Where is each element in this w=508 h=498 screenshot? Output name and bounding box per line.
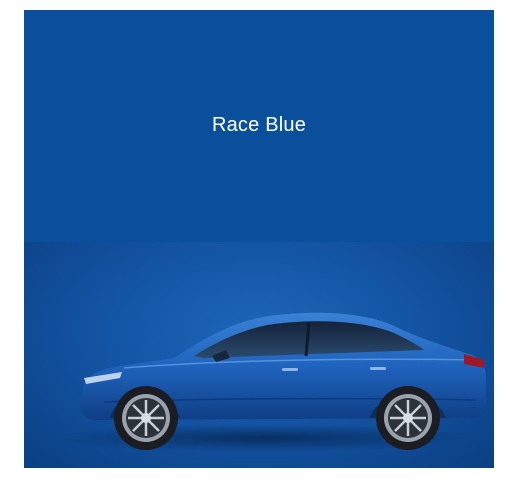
car-preview-image: [24, 242, 494, 468]
car-side-icon: [49, 312, 486, 452]
color-name-label: Race Blue: [211, 113, 307, 136]
color-option-card[interactable]: Race Blue: [24, 10, 494, 468]
color-swatch: Race Blue: [24, 10, 494, 242]
